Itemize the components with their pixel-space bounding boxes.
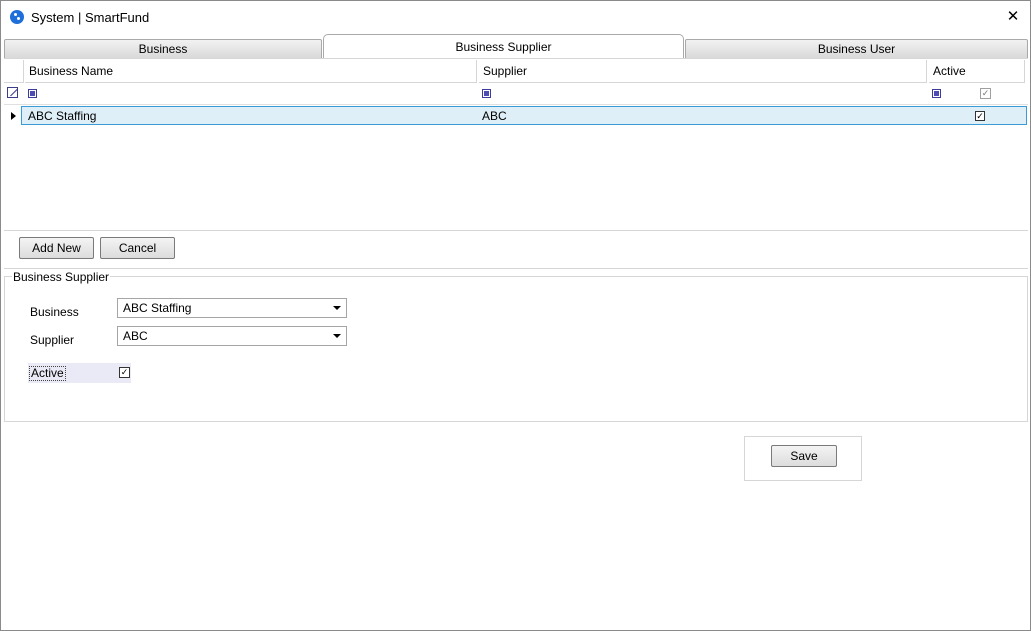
active-label: Active [29,366,66,381]
close-icon[interactable]: ✕ [1002,6,1024,28]
business-dropdown-value: ABC Staffing [123,301,192,315]
supplier-label: Supplier [30,333,75,347]
filter-editor-icon[interactable] [7,87,18,98]
cell-supplier[interactable]: ABC [482,109,507,123]
tab-business-user[interactable]: Business User [685,39,1028,59]
business-label: Business [30,305,79,319]
filter-row: ✓ [4,84,1028,105]
filter-active-checkbox[interactable]: ✓ [980,88,991,99]
active-checkbox-field[interactable]: Active ✓ [28,363,131,383]
app-window: System | SmartFund ✕ Business Business S… [0,0,1031,631]
cancel-button[interactable]: Cancel [100,237,175,259]
supplier-dropdown-value: ABC [123,329,148,343]
cell-active-checkbox[interactable]: ✓ [975,111,985,121]
window-title: System | SmartFund [31,10,150,25]
column-header-active[interactable]: Active [929,60,1025,83]
filter-operator-icon[interactable] [932,89,941,98]
tab-strip: Business Business Supplier Business User [4,34,1028,59]
column-header-supplier[interactable]: Supplier [479,60,927,83]
filter-operator-icon[interactable] [482,89,491,98]
active-checkbox[interactable]: ✓ [119,367,130,378]
cell-business-name[interactable]: ABC Staffing [28,109,96,123]
chevron-down-icon[interactable] [333,306,341,310]
supplier-dropdown[interactable]: ABC [117,326,347,346]
save-button[interactable]: Save [771,445,837,467]
grid-button-bar: Add New Cancel [4,230,1028,269]
tab-business-supplier[interactable]: Business Supplier [323,34,684,58]
filter-operator-icon[interactable] [28,89,37,98]
smartfund-logo-icon [10,10,24,24]
business-dropdown[interactable]: ABC Staffing [117,298,347,318]
business-supplier-grid: Business Name Supplier Active ✓ ABC Staf… [4,58,1028,231]
tab-business[interactable]: Business [4,39,322,59]
title-bar: System | SmartFund ✕ [1,1,1030,33]
current-row-indicator-icon [11,112,16,120]
table-row[interactable]: ABC Staffing ABC ✓ [21,106,1027,125]
save-panel: Save [744,436,862,481]
groupbox-title: Business Supplier [12,270,111,284]
grid-corner-header [4,60,24,83]
column-header-business-name[interactable]: Business Name [25,60,477,83]
add-new-button[interactable]: Add New [19,237,94,259]
chevron-down-icon[interactable] [333,334,341,338]
